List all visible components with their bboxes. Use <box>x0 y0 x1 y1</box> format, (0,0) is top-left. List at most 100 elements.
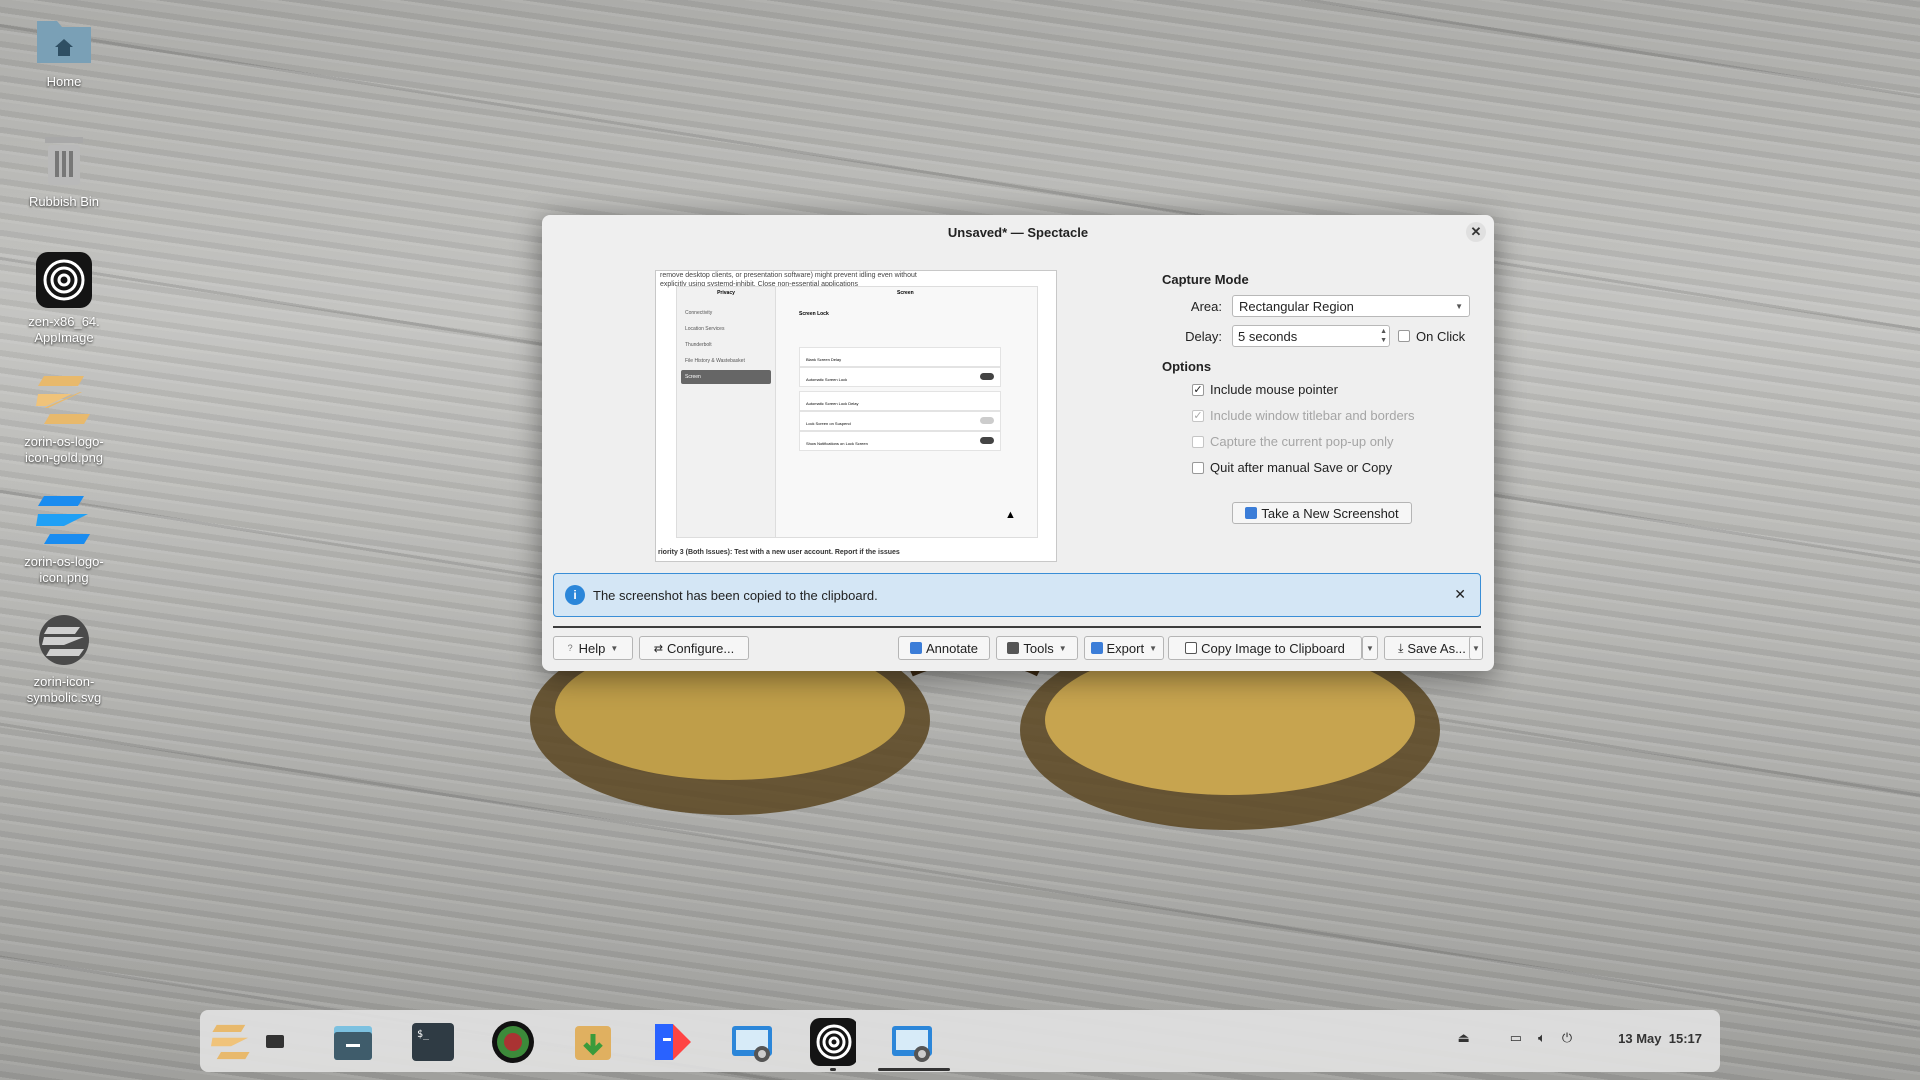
help-button[interactable]: ? Help ▼ <box>553 636 633 660</box>
export-button[interactable]: Export ▼ <box>1084 636 1164 660</box>
copy-image-to-clipboard-button[interactable]: Copy Image to Clipboard <box>1168 636 1362 660</box>
info-icon: i <box>565 585 585 605</box>
area-select[interactable]: Rectangular Region ▼ <box>1232 295 1470 317</box>
power-icon[interactable]: ⏻ <box>1562 1030 1572 1046</box>
option-label: Include window titlebar and borders <box>1210 408 1415 423</box>
active-window-indicator <box>878 1068 950 1071</box>
annotate-icon <box>909 642 922 654</box>
annotate-button[interactable]: Annotate <box>898 636 990 660</box>
show-desktop-icon[interactable] <box>260 1019 290 1065</box>
delay-spinbox[interactable]: 5 seconds ▲ ▼ <box>1232 325 1390 347</box>
time-label: 15:17 <box>1668 1030 1702 1046</box>
desktop-icon-label: zorin-os-logo- icon.png <box>24 554 104 585</box>
preview-bottom-text: riority 3 (Both Issues): Test with a new… <box>658 549 900 556</box>
tools-icon <box>1007 642 1020 654</box>
button-label: Annotate <box>925 640 979 656</box>
spectacle-window: Unsaved* — Spectacle ✕ remove desktop cl… <box>542 215 1494 671</box>
desktop-icon-zorin-blue[interactable]: zorin-os-logo- icon.png <box>8 490 120 586</box>
preview-settings-window: Privacy Connectivity Location Services T… <box>676 286 1038 538</box>
taskbar: $_ ⏏ ▭ 🔈︎ ⏻ 13 May 15:17 <box>200 1010 1720 1072</box>
chevron-down-icon: ▼ <box>1058 643 1067 653</box>
spectacle-icon[interactable] <box>730 1019 776 1065</box>
option-quit-after-save[interactable]: Quit after manual Save or Copy <box>1192 460 1482 475</box>
copy-icon <box>1185 642 1198 654</box>
button-label: Tools <box>1023 640 1054 656</box>
preview-section-title: Screen Lock <box>799 311 829 317</box>
spectacle-active-icon[interactable] <box>890 1019 936 1065</box>
checkbox-checked[interactable]: ✓ <box>1192 383 1204 396</box>
volume-icon[interactable]: 🔈︎ <box>1538 1030 1546 1046</box>
window-close-button[interactable]: ✕ <box>1466 222 1486 242</box>
system-tray: ⏏ ▭ 🔈︎ ⏻ 13 May 15:17 <box>1457 1030 1702 1046</box>
date-label: 13 May <box>1618 1030 1662 1046</box>
desktop-icon-zorin-symbolic[interactable]: zorin-icon- symbolic.svg <box>8 610 120 706</box>
code-editor-icon[interactable] <box>650 1019 696 1065</box>
button-label: Save As... <box>1407 640 1466 656</box>
desktop-icon-label: zorin-icon- symbolic.svg <box>26 674 102 705</box>
svg-text:$_: $_ <box>417 1029 430 1040</box>
window-titlebar[interactable]: Unsaved* — Spectacle ✕ <box>542 215 1494 249</box>
configure-button[interactable]: ⇄ Configure... <box>639 636 749 660</box>
capture-settings-panel: Capture Mode Area: Rectangular Region ▼ … <box>1162 272 1482 524</box>
zen-browser-icon[interactable] <box>810 1018 856 1066</box>
zorin-logo-gold-icon <box>34 370 94 430</box>
info-message-text: The screenshot has been copied to the cl… <box>593 587 878 603</box>
preview-sidebar-item-selected: Screen <box>681 370 771 384</box>
clipboard-info-message: i The screenshot has been copied to the … <box>553 573 1481 617</box>
checkbox-disabled <box>1192 435 1204 448</box>
area-select-value: Rectangular Region <box>1239 298 1354 314</box>
help-icon: ? <box>567 643 573 653</box>
preview-row: Lock Screen on Suspend <box>799 411 1001 431</box>
desktop-icon-home[interactable]: Home <box>8 10 120 90</box>
option-label: Capture the current pop-up only <box>1210 434 1394 449</box>
close-icon[interactable]: ✕ <box>1454 586 1466 603</box>
export-icon <box>1091 642 1103 654</box>
chevron-down-icon: ▼ <box>1366 643 1374 653</box>
spin-arrows-icon[interactable]: ▲ ▼ <box>1380 327 1387 345</box>
trash-icon <box>34 130 94 190</box>
desktop-icon-rubbish-bin[interactable]: Rubbish Bin <box>8 130 120 210</box>
checkbox-checked-disabled: ✓ <box>1192 409 1204 422</box>
terminal-icon[interactable]: $_ <box>410 1019 456 1065</box>
save-as-button[interactable]: ⤓ Save As... <box>1384 636 1480 660</box>
chevron-down-icon: ▼ <box>1455 301 1463 311</box>
zen-browser-icon <box>34 250 94 310</box>
button-label: Export <box>1106 640 1145 656</box>
preview-row: Blank Screen Delay <box>799 347 1001 367</box>
clock[interactable]: 13 May 15:17 <box>1618 1031 1702 1046</box>
option-include-mouse-pointer[interactable]: ✓ Include mouse pointer <box>1192 382 1482 397</box>
preview-sidebar: Privacy Connectivity Location Services T… <box>677 287 776 537</box>
screenshot-preview[interactable]: remove desktop clients, or presentation … <box>655 270 1057 562</box>
home-folder-icon <box>34 10 94 70</box>
preview-row: Automatic Screen Lock Delay <box>799 391 1001 411</box>
color-picker-icon[interactable] <box>490 1019 536 1065</box>
copy-options-dropdown[interactable]: ▼ <box>1362 636 1378 660</box>
files-icon[interactable] <box>330 1019 376 1065</box>
checkbox[interactable] <box>1192 461 1204 474</box>
on-click-checkbox[interactable] <box>1398 330 1410 342</box>
save-options-dropdown[interactable]: ▼ <box>1469 636 1483 660</box>
button-label: Take a New Screenshot <box>1261 505 1399 521</box>
preview-sidebar-item: Thunderbolt <box>685 342 712 348</box>
option-label: Include mouse pointer <box>1210 382 1338 397</box>
preview-sidebar-item: Connectivity <box>685 310 713 316</box>
option-capture-popup: Capture the current pop-up only <box>1192 434 1482 449</box>
software-store-icon[interactable] <box>570 1019 616 1065</box>
desktop-icon-zorin-gold[interactable]: zorin-os-logo- icon-gold.png <box>8 370 120 466</box>
delay-value: 5 seconds <box>1238 328 1298 344</box>
notifications-icon[interactable]: ▭ <box>1510 1030 1522 1046</box>
tools-button[interactable]: Tools ▼ <box>996 636 1078 660</box>
eject-icon[interactable]: ⏏ <box>1457 1030 1469 1046</box>
download-icon: ⤓ <box>1398 640 1404 655</box>
close-icon: ✕ <box>1470 224 1482 239</box>
desktop-icon-zen-appimage[interactable]: zen-x86_64. AppImage <box>8 250 120 346</box>
chevron-down-icon: ▼ <box>610 643 619 653</box>
chevron-down-icon: ▼ <box>1149 643 1157 653</box>
area-label: Area: <box>1190 298 1222 314</box>
chevron-down-icon: ▼ <box>1472 643 1480 653</box>
preview-sidebar-item: File History & Wastebasket <box>685 358 745 364</box>
zorin-menu-icon[interactable] <box>208 1019 254 1065</box>
configure-icon: ⇄ <box>653 642 663 655</box>
on-click-label: On Click <box>1416 328 1466 344</box>
take-new-screenshot-button[interactable]: Take a New Screenshot <box>1232 502 1412 524</box>
